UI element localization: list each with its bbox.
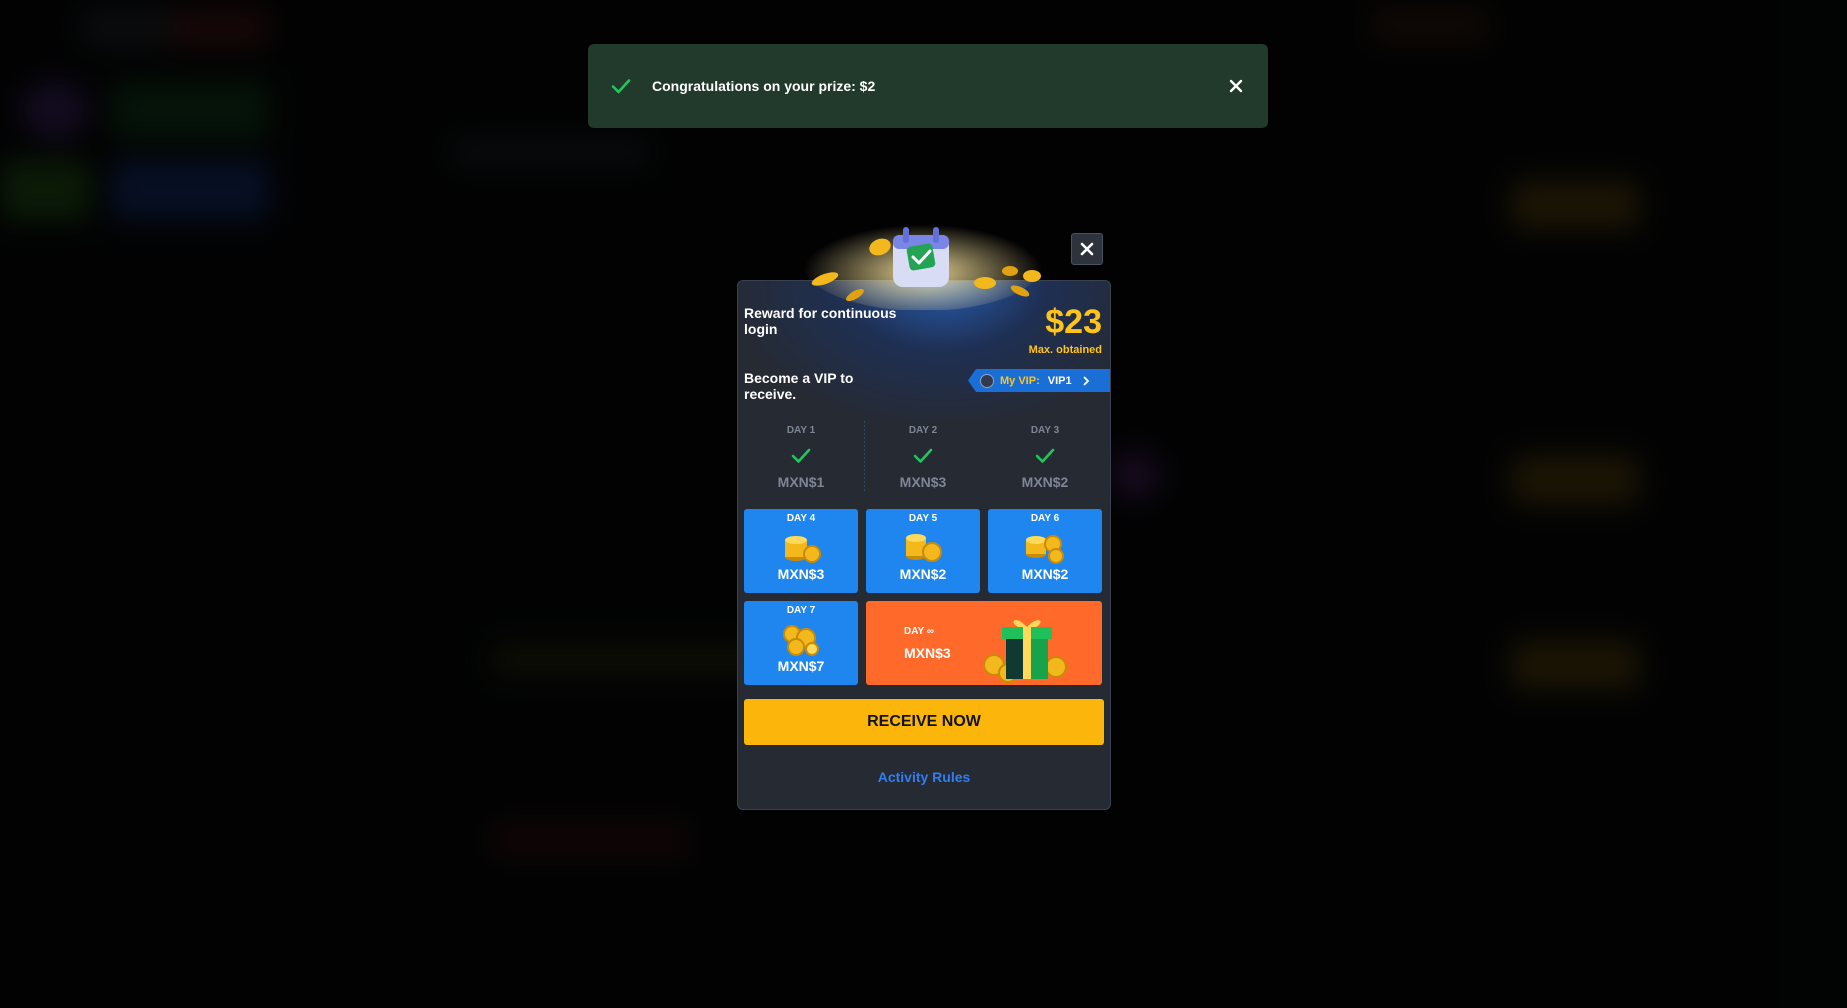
close-icon xyxy=(1080,242,1094,256)
prize-toast: Congratulations on your prize: $2 xyxy=(588,44,1268,128)
day-label: DAY 7 xyxy=(786,605,816,616)
day-label: DAY 4 xyxy=(786,513,816,524)
coin-pile-icon xyxy=(783,625,819,656)
day-label: DAY 3 xyxy=(1030,425,1060,436)
day-amount: MXN$2 xyxy=(1021,474,1069,490)
receive-now-button[interactable]: RECEIVE NOW xyxy=(744,699,1104,745)
day-amount: MXN$3 xyxy=(904,645,951,661)
day-label: DAY 2 xyxy=(908,425,938,436)
day-amount: MXN$3 xyxy=(777,566,825,582)
day-card-1: DAY 1 MXN$1 xyxy=(744,421,858,505)
day-label: DAY 5 xyxy=(908,513,938,524)
day-card-5[interactable]: DAY 5 MXN$2 xyxy=(866,509,980,593)
day-amount: MXN$2 xyxy=(1021,566,1069,582)
my-vip-badge[interactable]: My VIP: VIP1 xyxy=(968,369,1110,392)
coin-stack-icon xyxy=(906,534,942,562)
check-icon xyxy=(988,446,1102,466)
modal-close-button[interactable] xyxy=(1071,233,1103,265)
day-card-6[interactable]: DAY 6 MXN$2 xyxy=(988,509,1102,593)
day-label: DAY 6 xyxy=(1030,513,1060,524)
day-card-infinite[interactable]: DAY ∞ MXN$3 xyxy=(866,601,1102,685)
close-icon[interactable] xyxy=(1226,76,1246,96)
login-reward-modal: Reward for continuous login $23 Max. obt… xyxy=(737,280,1111,810)
divider xyxy=(864,421,865,491)
toast-message: Congratulations on your prize: $2 xyxy=(652,78,876,94)
day-amount: MXN$1 xyxy=(777,474,825,490)
max-label: Max. obtained xyxy=(1028,344,1102,356)
day-card-2: DAY 2 MXN$3 xyxy=(866,421,980,505)
day-amount: MXN$2 xyxy=(899,566,947,582)
check-icon xyxy=(610,75,632,97)
vip-label: My VIP: xyxy=(1000,374,1040,387)
day-card-7[interactable]: DAY 7 MXN$7 xyxy=(744,601,858,685)
vip-note: Become a VIP to receive. xyxy=(744,370,854,402)
check-icon xyxy=(744,446,858,466)
vip-medal-icon xyxy=(980,373,994,388)
check-icon xyxy=(866,446,980,466)
day-label: DAY ∞ xyxy=(904,626,934,637)
activity-rules-link[interactable]: Activity Rules xyxy=(738,769,1110,785)
gift-box-icon xyxy=(983,620,1067,683)
day-card-3: DAY 3 MXN$2 xyxy=(988,421,1102,505)
calendar-reward-illustration xyxy=(803,215,1043,310)
coin-stack-icon xyxy=(785,536,821,563)
chevron-right-icon xyxy=(1082,375,1089,386)
day-card-4[interactable]: DAY 4 MXN$3 xyxy=(744,509,858,593)
day-amount: MXN$7 xyxy=(777,658,825,674)
vip-level: VIP1 xyxy=(1047,374,1072,387)
day-amount: MXN$3 xyxy=(899,474,947,490)
max-amount: $23 xyxy=(1045,303,1102,341)
coin-stack-icon xyxy=(1026,535,1064,564)
day-label: DAY 1 xyxy=(786,425,816,436)
